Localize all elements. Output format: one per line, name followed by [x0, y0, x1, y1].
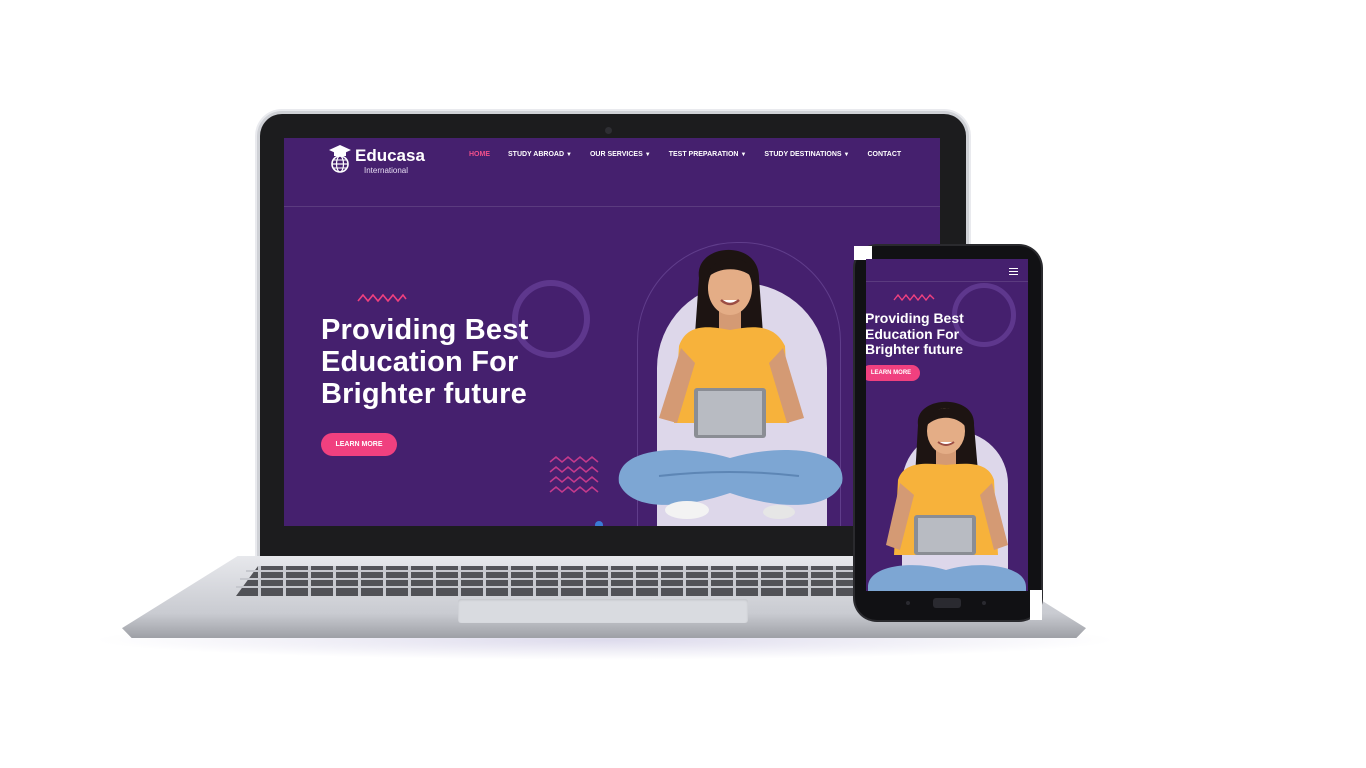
phone-frame-cutout [1030, 590, 1042, 620]
student-image [618, 249, 843, 519]
main-nav: HOME STUDY ABROAD ▼ OUR SERVICES ▼ TEST PR… [469, 151, 919, 158]
hero-heading-line: Brighter future [321, 378, 527, 410]
nav-study-destinations[interactable]: STUDY DESTINATIONS ▼ [764, 151, 849, 158]
logo-name: Educasa [355, 146, 425, 165]
hero-heading-line: Providing Best [866, 310, 964, 326]
hero-heading-line: Brighter future [866, 341, 963, 357]
nav-contact[interactable]: CONTACT [868, 151, 902, 158]
chevron-down-icon: ▼ [566, 152, 572, 158]
chevron-down-icon: ▼ [843, 152, 850, 158]
phone-button [982, 601, 986, 605]
mobile-learn-more-button[interactable]: LEARN MORE [866, 365, 920, 381]
phone-frame-cutout [854, 246, 872, 260]
slider-indicator[interactable] [595, 521, 603, 526]
zigzag-decoration [893, 293, 935, 301]
hamburger-icon[interactable] [1009, 268, 1018, 275]
chevron-down-icon: ▼ [740, 152, 747, 158]
webcam [605, 127, 612, 134]
mobile-hero-heading: Providing Best Education For Brighter fu… [866, 310, 964, 358]
phone-home-button [933, 598, 961, 608]
phone-screen: Providing Best Education For Brighter fu… [866, 259, 1028, 591]
hero-heading-line: Education For [321, 346, 519, 378]
site-header: Educasa International HOME STUDY ABROAD ▼… [284, 138, 940, 207]
hero-heading: Providing Best Education For Brighter fu… [321, 314, 591, 410]
hero-heading-line: Providing Best [321, 314, 529, 346]
nav-our-services[interactable]: OUR SERVICES ▼ [590, 151, 651, 158]
chevron-down-icon: ▼ [644, 152, 651, 158]
hero-heading-line: Education For [866, 325, 960, 342]
student-image [868, 401, 1026, 591]
nav-study-abroad[interactable]: STUDY ABROAD ▼ [508, 151, 572, 158]
zigzag-decoration [357, 293, 407, 303]
logo-subtitle: International [364, 166, 409, 175]
nav-test-preparation[interactable]: TEST PREPARATION ▼ [669, 151, 747, 158]
phone-button [906, 601, 910, 605]
laptop-screen: Educasa International HOME STUDY ABROAD ▼… [284, 138, 940, 526]
trackpad [458, 599, 748, 623]
mobile-header [866, 259, 1028, 282]
learn-more-button[interactable]: LEARN MORE [321, 433, 397, 456]
nav-home[interactable]: HOME [469, 151, 490, 158]
graduation-globe-icon [329, 145, 351, 173]
